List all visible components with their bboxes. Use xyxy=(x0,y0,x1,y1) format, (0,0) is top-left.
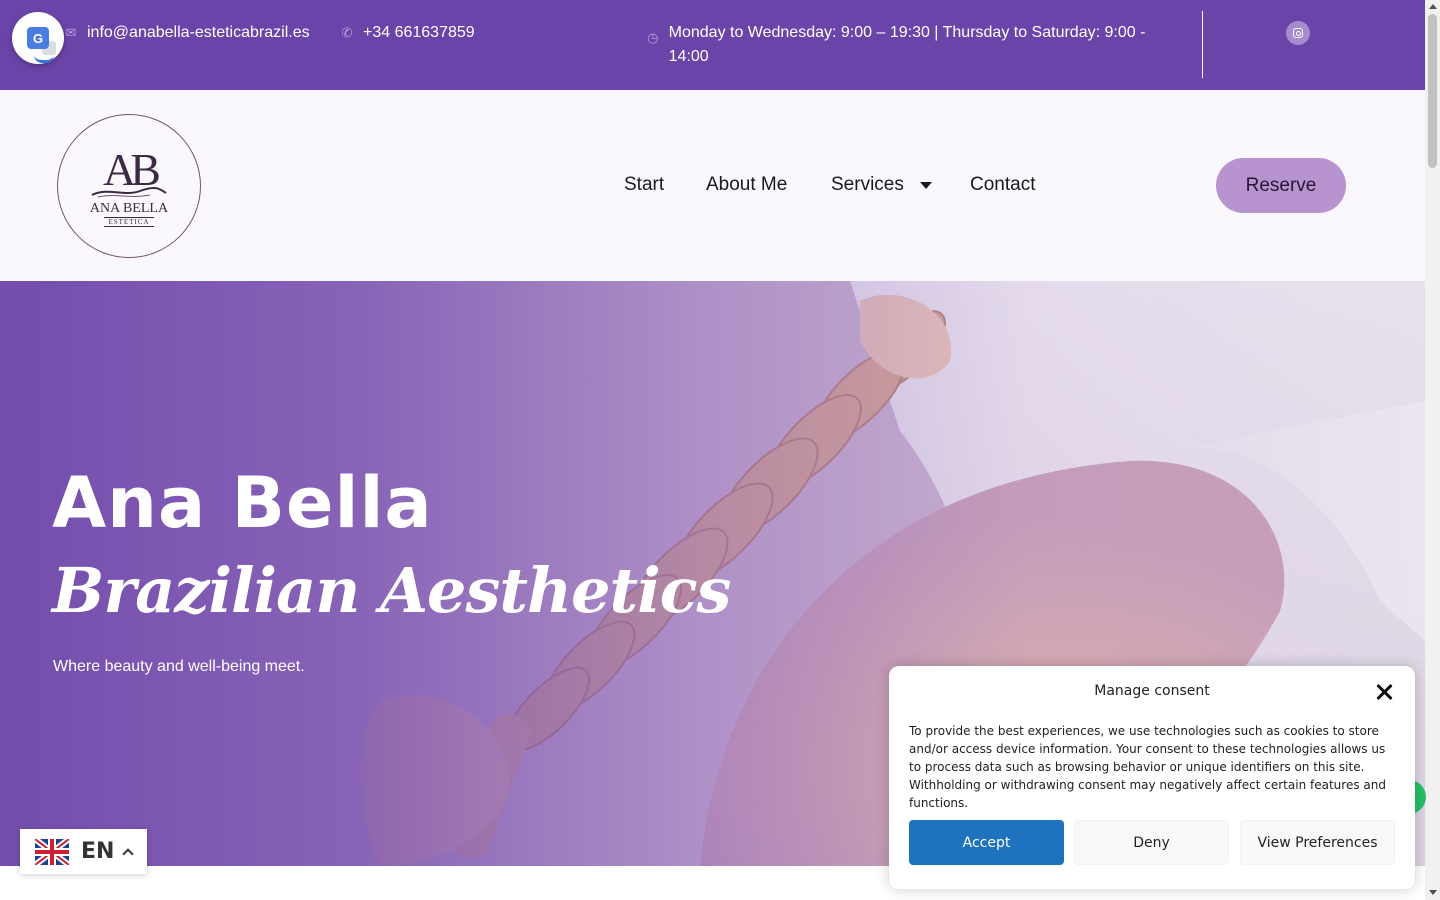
scroll-down-icon[interactable] xyxy=(1429,890,1437,895)
view-preferences-button[interactable]: View Preferences xyxy=(1240,820,1395,865)
hours-text: Monday to Wednesday: 9:00 – 19:30 | Thur… xyxy=(668,24,1146,65)
google-translate-icon: G xyxy=(27,27,56,55)
deny-button[interactable]: Deny xyxy=(1074,820,1229,865)
hero-title: Ana Bella xyxy=(52,462,433,544)
email-link[interactable]: ✉ info@anabella-esteticabrazil.es xyxy=(64,21,310,45)
uk-flag-icon xyxy=(35,838,69,865)
logo-name: ANA BELLA xyxy=(89,201,169,216)
email-text: info@anabella-esteticabrazil.es xyxy=(87,24,310,41)
consent-title: Manage consent xyxy=(1094,683,1210,699)
nav-services[interactable]: Services xyxy=(831,174,932,196)
google-translate-button[interactable]: G xyxy=(12,12,64,64)
cookie-consent-dialog: Manage consent To provide the best exper… xyxy=(889,666,1415,889)
close-icon[interactable] xyxy=(1374,682,1394,702)
whatsapp-icon: ✆ xyxy=(341,25,353,40)
consent-body: To provide the best experiences, we use … xyxy=(909,724,1386,810)
accept-button[interactable]: Accept xyxy=(909,820,1064,865)
nav-start[interactable]: Start xyxy=(624,174,664,196)
phone-text: +34 661637859 xyxy=(363,24,475,41)
caret-down-icon xyxy=(919,181,932,189)
scrollbar-thumb[interactable] xyxy=(1428,14,1437,168)
language-code: EN xyxy=(81,839,115,864)
hero-subtitle: Brazilian Aesthetics xyxy=(52,554,731,627)
instagram-icon[interactable] xyxy=(1286,21,1310,45)
language-switcher[interactable]: EN xyxy=(20,829,147,874)
hero-tagline: Where beauty and well-being meet. xyxy=(53,658,305,675)
top-info-bar: ✉ info@anabella-esteticabrazil.es ✆ +34 … xyxy=(0,0,1425,90)
logo-figure-icon xyxy=(91,186,167,198)
clock-icon: ◷ xyxy=(647,30,659,45)
logo-subtitle: ESTÉTICA xyxy=(104,217,154,227)
phone-link[interactable]: ✆ +34 661637859 xyxy=(340,21,475,45)
envelope-icon: ✉ xyxy=(65,25,77,40)
reserve-button[interactable]: Reserve xyxy=(1216,158,1346,213)
site-logo[interactable]: AB ANA BELLA ESTÉTICA xyxy=(57,114,201,258)
opening-hours: ◷ Monday to Wednesday: 9:00 – 19:30 | Th… xyxy=(646,21,1146,69)
page-scrollbar[interactable] xyxy=(1425,0,1440,900)
topbar-divider xyxy=(1202,11,1203,78)
site-header: AB ANA BELLA ESTÉTICA Start About Me Ser… xyxy=(0,90,1425,281)
chevron-up-icon xyxy=(122,847,135,860)
nav-contact[interactable]: Contact xyxy=(970,174,1035,196)
scroll-up-icon[interactable] xyxy=(1429,4,1437,9)
nav-about-me[interactable]: About Me xyxy=(706,174,787,196)
